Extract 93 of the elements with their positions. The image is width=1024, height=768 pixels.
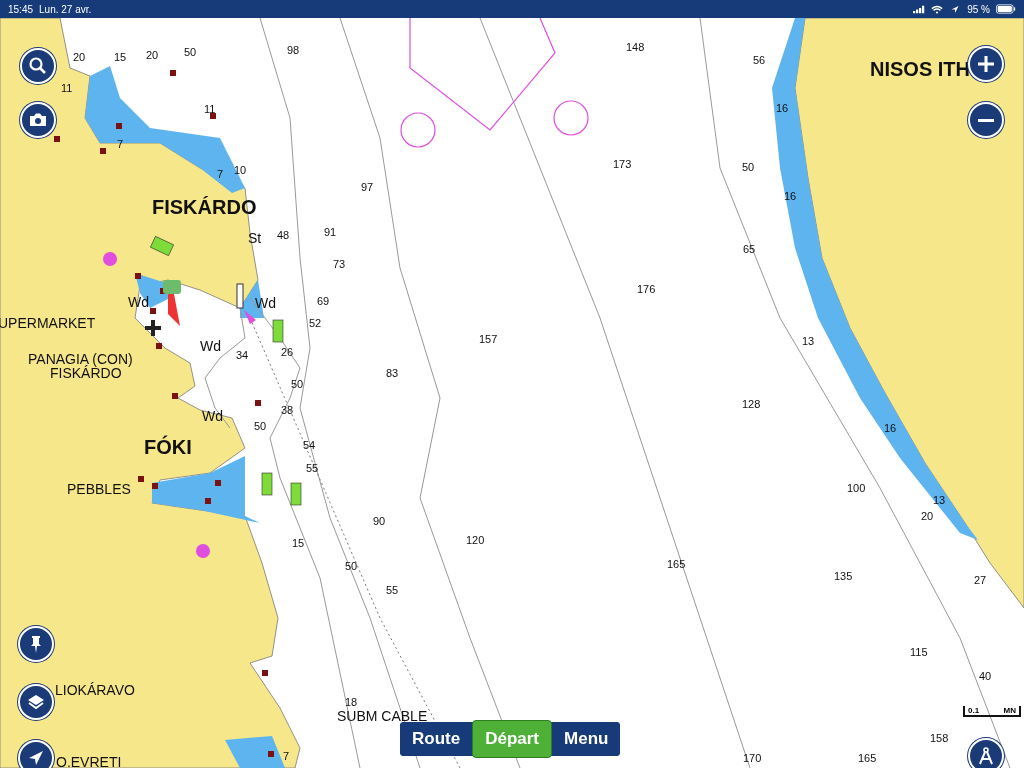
depth-sounding: 165: [667, 558, 686, 570]
depth-sounding: 40: [979, 670, 992, 682]
depth-sounding: 7: [217, 168, 224, 180]
status-date: Lun. 27 avr.: [39, 3, 92, 15]
depth-sounding: 97: [361, 181, 374, 193]
buoy-icon: [261, 472, 273, 496]
depth-sounding: 38: [281, 404, 294, 416]
depth-sounding: 135: [834, 570, 853, 582]
depth-sounding: 48: [277, 229, 290, 241]
measure-button[interactable]: [968, 738, 1004, 768]
depth-sounding: 20: [146, 49, 159, 61]
depth-sounding: 50: [254, 420, 267, 432]
layers-icon: [26, 692, 46, 712]
scale-unit: MN: [1003, 706, 1016, 715]
sailing-marker-icon: [196, 544, 210, 558]
search-icon: [28, 56, 48, 76]
buoy-icon: [272, 319, 284, 343]
seabed-label: Wd: [202, 408, 223, 424]
depth-sounding: 157: [479, 333, 498, 345]
depth-sounding: 27: [974, 574, 987, 586]
circle-marker: [553, 100, 589, 136]
depth-sounding: 90: [373, 515, 386, 527]
place-label: FISKÁRDO: [50, 365, 122, 381]
depth-sounding: 52: [309, 317, 322, 329]
depth-sounding: 50: [345, 560, 358, 572]
seabed-label: Wd: [200, 338, 221, 354]
depth-sounding: 83: [386, 367, 399, 379]
depth-sounding: 50: [291, 378, 304, 390]
town-label: FISKÁRDO: [152, 196, 257, 219]
depth-sounding: 65: [743, 243, 756, 255]
depth-sounding: 13: [933, 494, 946, 506]
depth-sounding: 10: [234, 164, 247, 176]
depth-sounding: 115: [910, 646, 928, 658]
depth-sounding: 56: [753, 54, 766, 66]
beacon-tower-icon: [236, 283, 244, 309]
anchorage-marker-icon: [163, 280, 181, 294]
church-cross-icon: [143, 318, 163, 338]
depth-sounding: 158: [930, 732, 949, 744]
compass-divider-icon: [976, 746, 996, 766]
place-label: LIOKÁRAVO: [55, 682, 135, 698]
depth-sounding: 176: [637, 283, 656, 295]
depth-sounding: 20: [921, 510, 934, 522]
navigation-button[interactable]: [18, 740, 54, 768]
depth-sounding: 55: [306, 462, 319, 474]
depth-sounding: 73: [333, 258, 346, 270]
shallow-water-area: [225, 736, 285, 768]
depth-sounding: 170: [743, 752, 762, 764]
depth-sounding: 148: [626, 41, 645, 53]
status-time: 15:45: [8, 3, 34, 15]
town-label: FÓKI: [144, 436, 192, 459]
depth-sounding: 34: [236, 349, 249, 361]
depth-sounding: 91: [324, 226, 337, 238]
depth-sounding: 11: [204, 103, 216, 115]
light-flare-icon: [244, 310, 256, 324]
depth-sounding: 15: [292, 537, 305, 549]
depth-sounding: 173: [613, 158, 632, 170]
seabed-label: St: [248, 230, 262, 246]
depth-sounding: 165: [858, 752, 877, 764]
depth-sounding: 50: [184, 46, 197, 58]
depth-sounding: 98: [287, 44, 300, 56]
battery-icon: [996, 4, 1016, 14]
place-label: O.EVRETI: [56, 754, 122, 768]
depth-sounding: 7: [283, 750, 290, 762]
depth-sounding: 18: [345, 696, 358, 708]
place-label: SUBM CABLE: [337, 708, 428, 724]
depth-sounding: 15: [114, 51, 127, 63]
circle-marker: [400, 112, 436, 148]
depth-sounding: 100: [847, 482, 866, 494]
minus-icon: [977, 118, 995, 122]
depth-sounding: 13: [802, 335, 815, 347]
signal-icon: [913, 4, 926, 14]
depth-sounding: 128: [742, 398, 761, 410]
buoy-icon: [290, 482, 302, 506]
place-label: PEBBLES: [67, 481, 131, 497]
seabed-label: Wd: [128, 294, 149, 310]
depth-sounding: 120: [466, 534, 485, 546]
wifi-icon: [931, 4, 944, 14]
depth-sounding: 69: [317, 295, 330, 307]
sailing-marker-icon: [103, 252, 117, 266]
depth-sounding: 26: [281, 346, 294, 358]
depth-sounding: 20: [73, 51, 86, 63]
light-flare-icon: [168, 294, 180, 326]
depth-sounding: 16: [784, 190, 797, 202]
scale-value: 0.1: [968, 706, 980, 715]
depth-sounding: 54: [303, 439, 316, 451]
depth-sounding: 16: [776, 102, 789, 114]
plus-icon: [976, 54, 996, 74]
depth-sounding: 50: [742, 161, 755, 173]
depth-sounding: 11: [61, 82, 73, 94]
town-label: NISOS ITH: [870, 58, 970, 81]
depth-sounding: 16: [884, 422, 897, 434]
depth-sounding: 55: [386, 584, 399, 596]
battery-percent: 95 %: [967, 3, 990, 15]
